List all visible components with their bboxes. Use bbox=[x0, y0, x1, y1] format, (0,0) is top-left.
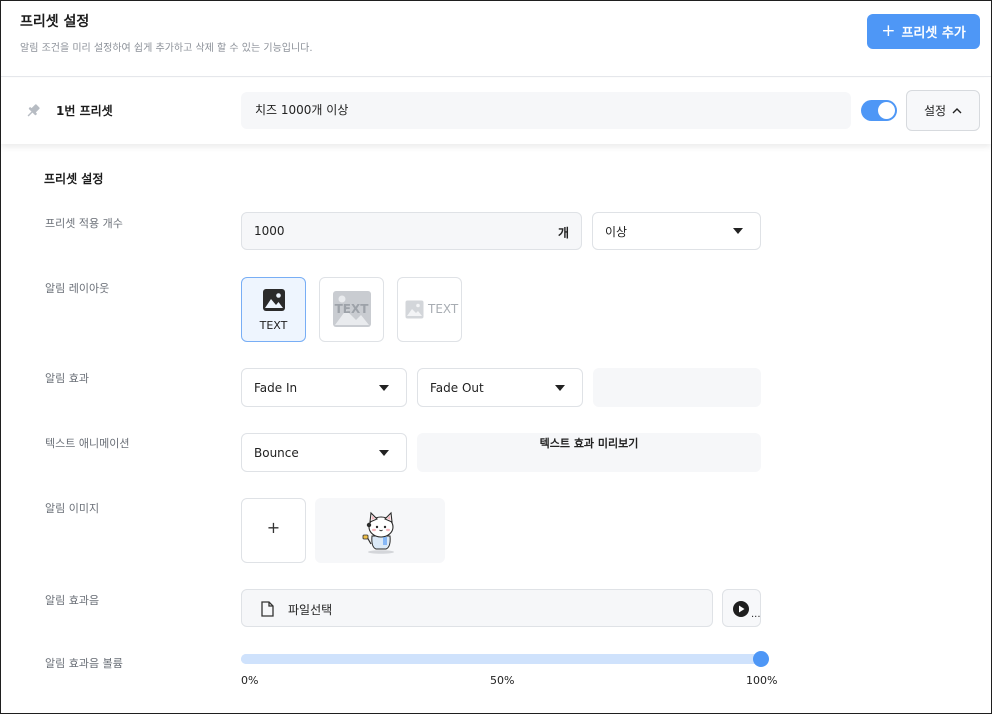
volume-tick-mid: 50% bbox=[490, 674, 515, 687]
volume-slider-fill bbox=[241, 654, 761, 664]
effect-out-select[interactable]: Fade Out bbox=[417, 368, 583, 407]
file-icon bbox=[261, 601, 274, 617]
sound-file-picker[interactable]: 파일선택 bbox=[241, 589, 713, 627]
add-preset-label: 프리셋 추가 bbox=[901, 26, 966, 41]
volume-tick-min: 0% bbox=[241, 674, 259, 687]
preset-row: 1번 프리셋 치즈 1000개 이상 설정 bbox=[1, 78, 991, 144]
effect-in-select[interactable]: Fade In bbox=[241, 368, 407, 407]
caret-down-icon bbox=[733, 228, 743, 234]
apply-count-unit: 개 bbox=[557, 226, 569, 240]
condition-select[interactable]: 이상 bbox=[592, 212, 761, 250]
preset-settings-panel: 프리셋 설정 프리셋 적용 개수 1000 개 이상 알림 레이아웃 TEXT … bbox=[1, 144, 991, 713]
text-animation-preview-text: 텍스트 효과 미리보기 bbox=[539, 437, 639, 450]
cat-mascot-image bbox=[362, 511, 394, 554]
toggle-knob bbox=[878, 102, 895, 119]
layout-option-image-overlay[interactable]: TEXT bbox=[319, 277, 384, 342]
play-overflow: ... bbox=[751, 609, 761, 620]
play-icon bbox=[733, 601, 749, 617]
caret-down-icon bbox=[379, 449, 389, 456]
add-image-button[interactable]: + bbox=[241, 498, 306, 563]
caret-down-icon bbox=[555, 384, 565, 391]
text-animation-select[interactable]: Bounce bbox=[241, 433, 407, 472]
text-animation-label: 텍스트 애니메이션 bbox=[45, 437, 130, 450]
page-header: 프리셋 설정 알림 조건을 미리 설정하여 쉽게 추가하고 삭제 할 수 있는 … bbox=[1, 1, 991, 77]
layout-option-text: TEXT bbox=[259, 319, 288, 332]
page-title: 프리셋 설정 bbox=[20, 14, 90, 30]
preset-name: 1번 프리셋 bbox=[56, 104, 113, 118]
volume-tick-max: 100% bbox=[746, 674, 778, 687]
settings-button-label: 설정 bbox=[923, 104, 947, 118]
image-icon bbox=[405, 300, 424, 319]
panel-title: 프리셋 설정 bbox=[44, 172, 104, 186]
sound-label: 알림 효과음 bbox=[45, 594, 100, 607]
text-animation-preview: 텍스트 효과 미리보기 bbox=[417, 433, 761, 472]
settings-collapse-button[interactable]: 설정 bbox=[906, 90, 980, 131]
effect-in-value: Fade In bbox=[254, 380, 298, 395]
add-preset-button[interactable]: + 프리셋 추가 bbox=[867, 14, 980, 49]
layout-option-image-top[interactable]: TEXT bbox=[241, 277, 306, 342]
layout-option-text: TEXT bbox=[428, 302, 459, 316]
effect-label: 알림 효과 bbox=[45, 372, 89, 385]
volume-label: 알림 효과음 볼륨 bbox=[45, 657, 123, 670]
apply-count-label: 프리셋 적용 개수 bbox=[45, 217, 123, 230]
caret-down-icon bbox=[379, 384, 389, 391]
condition-value: 이상 bbox=[605, 224, 628, 239]
image-icon bbox=[263, 289, 285, 311]
plus-icon: + bbox=[266, 518, 281, 537]
apply-count-value: 1000 bbox=[254, 224, 285, 238]
image-preview bbox=[315, 498, 445, 563]
volume-slider[interactable] bbox=[241, 651, 769, 667]
chevron-up-icon bbox=[952, 108, 962, 114]
sound-play-button[interactable]: ... bbox=[722, 589, 761, 627]
volume-slider-thumb[interactable] bbox=[753, 651, 769, 667]
apply-count-input[interactable]: 1000 개 bbox=[241, 212, 582, 250]
layout-label: 알림 레이아웃 bbox=[45, 282, 110, 295]
sound-file-label: 파일선택 bbox=[288, 603, 333, 617]
pin-icon[interactable] bbox=[24, 102, 42, 120]
layout-option-image-left[interactable]: TEXT bbox=[397, 277, 462, 342]
image-label: 알림 이미지 bbox=[45, 502, 100, 515]
plus-icon: + bbox=[881, 21, 896, 41]
text-animation-value: Bounce bbox=[254, 445, 299, 460]
layout-option-text: TEXT bbox=[334, 302, 369, 316]
preset-enable-toggle[interactable] bbox=[861, 100, 897, 121]
effect-preview bbox=[593, 368, 761, 407]
page-description: 알림 조건을 미리 설정하여 쉽게 추가하고 삭제 할 수 있는 기능입니다. bbox=[20, 43, 313, 54]
effect-out-value: Fade Out bbox=[430, 380, 484, 395]
preset-summary: 치즈 1000개 이상 bbox=[241, 92, 851, 129]
